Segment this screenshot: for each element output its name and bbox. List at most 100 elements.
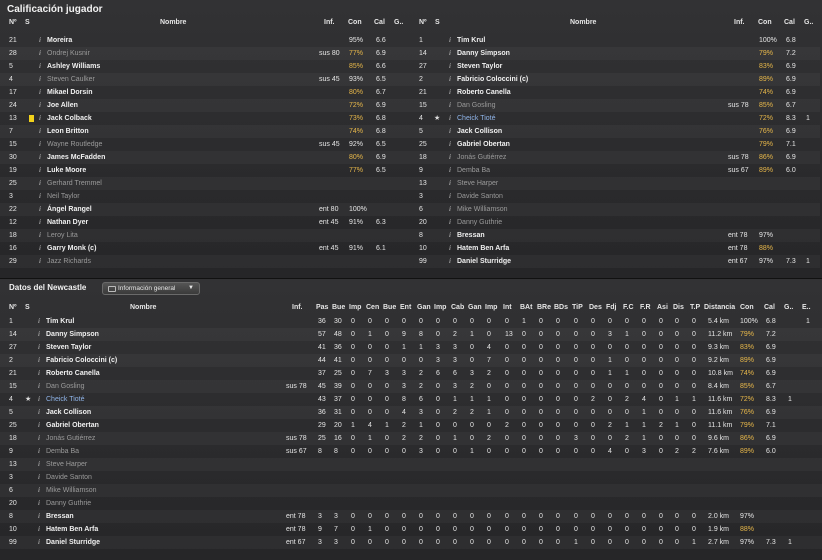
player-name[interactable]: Danny Simpson	[46, 328, 99, 341]
player-name[interactable]: Ondrej Kusnir	[47, 47, 90, 60]
ratings-row[interactable]: 16 i Garry Monk (c) ent 45 91% 6.1	[0, 242, 410, 255]
ratings-row[interactable]: 18 i Jonás Gutiérrez sus 78 86% 6.9	[410, 151, 820, 164]
player-name[interactable]: Gabriel Obertan	[46, 419, 99, 432]
stats-row[interactable]: 20 i Danny Guthrie	[0, 497, 822, 510]
view-selector-dropdown[interactable]: Información general ▼	[102, 282, 200, 295]
ratings-row[interactable]: 1 i Tim Krul 100% 6.8	[410, 34, 820, 47]
ratings-row[interactable]: 27 i Steven Taylor 83% 6.9	[410, 60, 820, 73]
stats-row[interactable]: 2 i Fabricio Coloccini (c) 44 41 0 0 0 0 0 3 3 0 7 0 0 0…	[0, 354, 822, 367]
ratings-row[interactable]: 3 i Davide Santon	[410, 190, 820, 203]
player-name[interactable]: Mike Williamson	[457, 203, 508, 216]
stats-row[interactable]: 8 i Bressan ent 78 3 3 0 0 0 0 0 0 0 0 0 0 0 0 0 0 0 0 0 0 0 0 0 2.…	[0, 510, 822, 523]
player-name[interactable]: Danny Guthrie	[46, 497, 91, 510]
player-name[interactable]: Gerhard Tremmel	[47, 177, 102, 190]
ratings-row[interactable]: 8 i Bressan ent 78 97%	[410, 229, 820, 242]
player-name[interactable]: Cheick Tioté	[457, 112, 496, 125]
player-name[interactable]: Gabriel Obertan	[457, 138, 510, 151]
player-name[interactable]: Daniel Sturridge	[457, 255, 511, 268]
ratings-row[interactable]: 13 i Steve Harper	[410, 177, 820, 190]
player-name[interactable]: Mike Williamson	[46, 484, 97, 497]
stats-row[interactable]: 6 i Mike Williamson	[0, 484, 822, 497]
player-name[interactable]: Demba Ba	[46, 445, 79, 458]
ratings-row[interactable]: 15 i Dan Gosling sus 78 85% 6.7	[410, 99, 820, 112]
stats-row[interactable]: 1 i Tim Krul 36 30 0 0 0 0 0 0 0 0 0 0 1 0 0 0 0 0 0 0 0 0 0 5.4 k…	[0, 315, 822, 328]
player-name[interactable]: Jack Colback	[47, 112, 92, 125]
stats-row[interactable]: 99 i Daniel Sturridge ent 67 3 3 0 0 0 0 0 0 0 0 0 0 0 0 0…	[0, 536, 822, 549]
player-name[interactable]: Wayne Routledge	[47, 138, 102, 151]
player-name[interactable]: Steve Harper	[457, 177, 498, 190]
player-name[interactable]: Neil Taylor	[47, 190, 80, 203]
ratings-row[interactable]: 6 i Mike Williamson	[410, 203, 820, 216]
player-name[interactable]: Fabricio Coloccini (c)	[46, 354, 117, 367]
player-name[interactable]: Demba Ba	[457, 164, 490, 177]
player-name[interactable]: Steven Caulker	[47, 73, 95, 86]
player-name[interactable]: Davide Santon	[457, 190, 503, 203]
stats-row[interactable]: 5 i Jack Collison 36 31 0 0 0 4 3 0 2 2 1 0 0 0 0 0 0 0 0 1 0 0 0…	[0, 406, 822, 419]
player-name[interactable]: Steven Taylor	[46, 341, 91, 354]
player-name[interactable]: Dan Gosling	[457, 99, 496, 112]
ratings-row[interactable]: 17 i Mikael Dorsin 80% 6.7	[0, 86, 410, 99]
ratings-row[interactable]: 21 i Moreira 95% 6.6	[0, 34, 410, 47]
ratings-row[interactable]: 18 i Leroy Lita	[0, 229, 410, 242]
player-name[interactable]: Tim Krul	[46, 315, 74, 328]
ratings-row[interactable]: 25 i Gerhard Tremmel	[0, 177, 410, 190]
player-name[interactable]: Hatem Ben Arfa	[457, 242, 509, 255]
player-name[interactable]: Bressan	[457, 229, 485, 242]
stats-row[interactable]: 25 i Gabriel Obertan 29 20 1 4 1 2 1 0 0 0 0 2 0 0 0 0 0 2 1 1…	[0, 419, 822, 432]
player-name[interactable]: Davide Santon	[46, 471, 92, 484]
ratings-row[interactable]: 21 i Roberto Canella 74% 6.9	[410, 86, 820, 99]
ratings-row[interactable]: 7 i Leon Britton 74% 6.8	[0, 125, 410, 138]
player-name[interactable]: Danny Guthrie	[457, 216, 502, 229]
ratings-row[interactable]: 24 i Joe Allen 72% 6.9	[0, 99, 410, 112]
player-name[interactable]: Moreira	[47, 34, 72, 47]
stats-row[interactable]: 18 i Jonás Gutiérrez sus 78 25 16 0 1 0 2 2 0 1 0 2 0 0 0…	[0, 432, 822, 445]
ratings-row[interactable]: 20 i Danny Guthrie	[410, 216, 820, 229]
ratings-row[interactable]: 99 i Daniel Sturridge ent 67 97% 7.3 1	[410, 255, 820, 268]
ratings-row[interactable]: 5 i Jack Collison 76% 6.9	[410, 125, 820, 138]
ratings-row[interactable]: 14 i Danny Simpson 79% 7.2	[410, 47, 820, 60]
player-name[interactable]: Joe Allen	[47, 99, 78, 112]
player-name[interactable]: Fabricio Coloccini (c)	[457, 73, 528, 86]
stats-row[interactable]: 9 i Demba Ba sus 67 8 8 0 0 0 0 3 0 0 1 0 0 0 0 0 0 0 4 0 3 0 2 2 7…	[0, 445, 822, 458]
ratings-row[interactable]: 4 i Steven Caulker sus 45 93% 6.5	[0, 73, 410, 86]
player-name[interactable]: Ángel Rangel	[47, 203, 92, 216]
player-name[interactable]: Jonás Gutiérrez	[457, 151, 506, 164]
stats-row[interactable]: 15 i Dan Gosling sus 78 45 39 0 0 0 3 2 0 3 2 0 0 0 0 0 0 0 0…	[0, 380, 822, 393]
stats-row[interactable]: 13 i Steve Harper	[0, 458, 822, 471]
player-name[interactable]: Bressan	[46, 510, 74, 523]
stats-row[interactable]: 10 i Hatem Ben Arfa ent 78 9 7 0 1 0 0 0 0 0 0 0 0 0 0 0 0 0…	[0, 523, 822, 536]
player-name[interactable]: Hatem Ben Arfa	[46, 523, 98, 536]
player-name[interactable]: Garry Monk (c)	[47, 242, 96, 255]
player-name[interactable]: Cheick Tioté	[46, 393, 85, 406]
ratings-row[interactable]: 25 i Gabriel Obertan 79% 7.1	[410, 138, 820, 151]
ratings-row[interactable]: 4 ★ i Cheick Tioté 72% 8.3 1	[410, 112, 820, 125]
player-name[interactable]: Leroy Lita	[47, 229, 78, 242]
player-name[interactable]: Mikael Dorsin	[47, 86, 93, 99]
player-name[interactable]: Ashley Williams	[47, 60, 100, 73]
player-name[interactable]: Jack Collison	[457, 125, 502, 138]
player-name[interactable]: Jonás Gutiérrez	[46, 432, 95, 445]
player-name[interactable]: Daniel Sturridge	[46, 536, 100, 549]
player-name[interactable]: Steven Taylor	[457, 60, 502, 73]
ratings-row[interactable]: 2 i Fabricio Coloccini (c) 89% 6.9	[410, 73, 820, 86]
ratings-row[interactable]: 19 i Luke Moore 77% 6.5	[0, 164, 410, 177]
player-name[interactable]: Steve Harper	[46, 458, 87, 471]
stats-row[interactable]: 21 i Roberto Canella 37 25 0 7 3 3 2 6 6 3 2 0 0 0 0 0 0 1 1 0…	[0, 367, 822, 380]
ratings-row[interactable]: 29 i Jazz Richards	[0, 255, 410, 268]
ratings-row[interactable]: 9 i Demba Ba sus 67 89% 6.0	[410, 164, 820, 177]
player-name[interactable]: Dan Gosling	[46, 380, 85, 393]
ratings-row[interactable]: 22 i Ángel Rangel ent 80 100%	[0, 203, 410, 216]
player-name[interactable]: Roberto Canella	[457, 86, 511, 99]
stats-row[interactable]: 27 i Steven Taylor 41 36 0 0 0 1 1 3 3 0 4 0 0 0 0 0 0 0 0 0 0 0…	[0, 341, 822, 354]
stats-row[interactable]: 3 i Davide Santon	[0, 471, 822, 484]
player-name[interactable]: Jack Collison	[46, 406, 91, 419]
ratings-row[interactable]: 3 i Neil Taylor	[0, 190, 410, 203]
ratings-row[interactable]: 15 i Wayne Routledge sus 45 92% 6.5	[0, 138, 410, 151]
ratings-row[interactable]: 10 i Hatem Ben Arfa ent 78 88%	[410, 242, 820, 255]
stats-row[interactable]: 4 ★ i Cheick Tioté 43 37 0 0 0 8 6 0 1 1 1 0 0 0 0 0 2 0 2 4 0 1 1…	[0, 393, 822, 406]
player-name[interactable]: Danny Simpson	[457, 47, 510, 60]
player-name[interactable]: Roberto Canella	[46, 367, 100, 380]
player-name[interactable]: Jazz Richards	[47, 255, 91, 268]
player-name[interactable]: Tim Krul	[457, 34, 485, 47]
player-name[interactable]: Luke Moore	[47, 164, 86, 177]
